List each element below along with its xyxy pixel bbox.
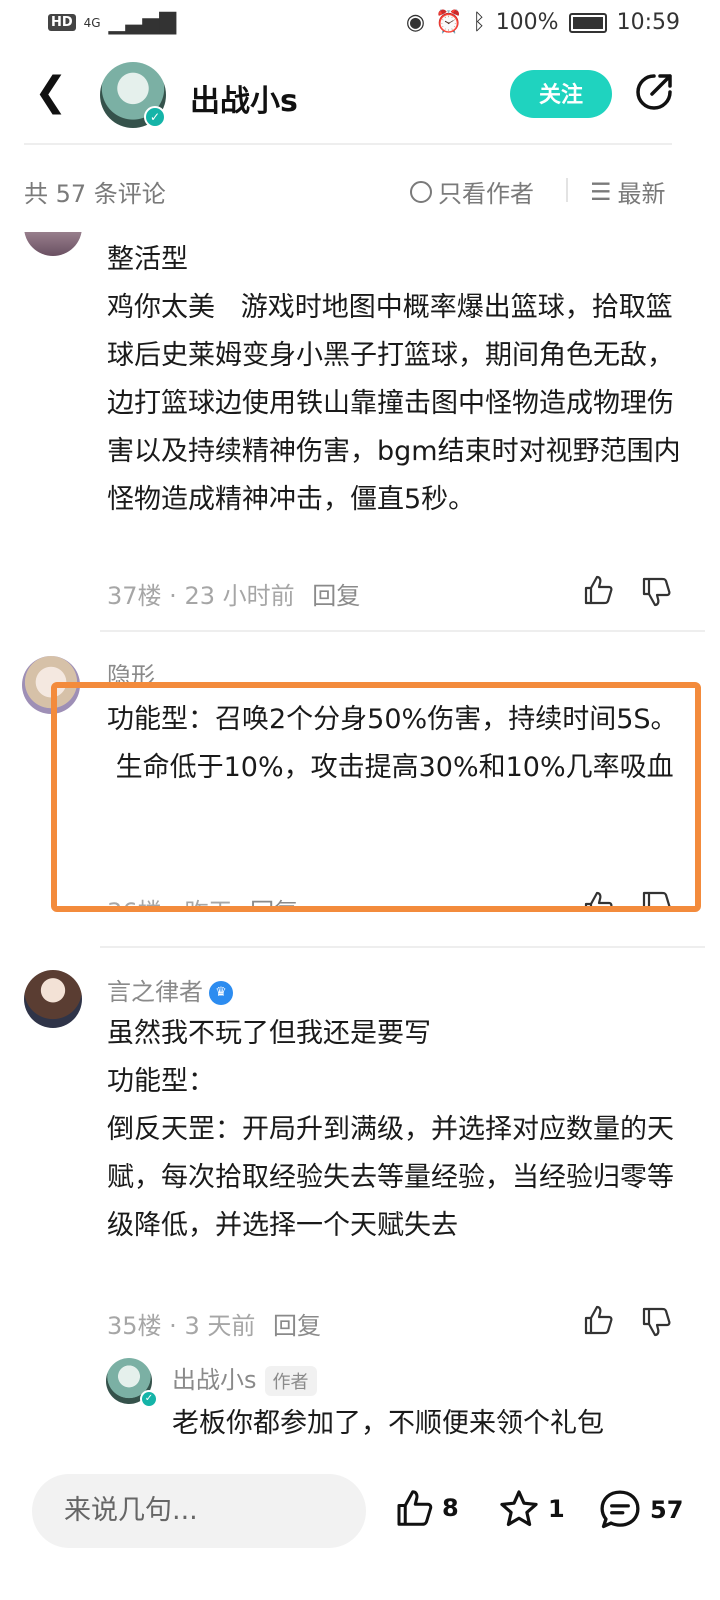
like-action[interactable]: 8 bbox=[394, 1488, 459, 1528]
only-author-toggle[interactable]: 只看作者 bbox=[410, 174, 534, 209]
like-count: 8 bbox=[442, 1494, 459, 1522]
avatar[interactable] bbox=[24, 970, 82, 1028]
thumbs-up-icon[interactable] bbox=[582, 1304, 614, 1336]
star-icon bbox=[500, 1490, 538, 1527]
time-label: 23 小时前 bbox=[184, 582, 295, 610]
comments-toolbar: 共 57 条评论 只看作者 ☰ 最新 bbox=[0, 160, 720, 220]
only-author-label: 只看作者 bbox=[438, 180, 534, 208]
comment-action[interactable]: 57 bbox=[598, 1488, 683, 1532]
share-icon[interactable] bbox=[634, 72, 674, 112]
reply-author-row: 出战小s 作者 bbox=[172, 1360, 317, 1396]
status-bar: HD 4G ▁▃▅▇ ◉ ⏰ ᛒ 100% 10:59 bbox=[0, 0, 720, 48]
header: ❮ ✓ 出战小s 关注 bbox=[0, 48, 720, 144]
status-left: HD 4G ▁▃▅▇ bbox=[48, 10, 176, 35]
eye-icon: ◉ bbox=[405, 10, 426, 35]
network-indicator: 4G bbox=[83, 15, 101, 30]
signal-icon: ▁▃▅▇ bbox=[108, 10, 177, 35]
thumbs-up-icon[interactable] bbox=[582, 574, 614, 606]
clock: 10:59 bbox=[616, 10, 680, 35]
comment-bubble-icon bbox=[600, 1490, 640, 1529]
follow-button[interactable]: 关注 bbox=[510, 70, 612, 118]
trophy-badge-icon: ♛ bbox=[209, 981, 233, 1005]
author-badge: 作者 bbox=[264, 1366, 317, 1396]
thumbs-down-icon[interactable] bbox=[640, 1306, 672, 1338]
alarm-icon: ⏰ bbox=[435, 10, 463, 35]
back-icon[interactable]: ❮ bbox=[34, 72, 68, 112]
bluetooth-icon: ᛒ bbox=[472, 10, 486, 35]
thumbs-up-icon bbox=[397, 1490, 433, 1526]
comment-divider bbox=[100, 630, 705, 632]
sort-icon: ☰ bbox=[590, 177, 612, 206]
reply-text: 老板你都参加了，不顺便来领个礼包 bbox=[172, 1408, 604, 1439]
toolbar-separator bbox=[566, 178, 568, 202]
commenter-row: 言之律者 ♛ bbox=[107, 972, 233, 1007]
comment-divider bbox=[100, 946, 705, 948]
favorite-action[interactable]: 1 bbox=[498, 1488, 565, 1530]
sort-toggle[interactable]: ☰ 最新 bbox=[590, 174, 666, 209]
header-divider bbox=[24, 143, 672, 145]
highlight-box bbox=[51, 682, 701, 912]
verified-icon: ✓ bbox=[140, 1390, 158, 1408]
comment-meta: 35楼 · 3 天前 回复 bbox=[107, 1312, 321, 1340]
time-label: 3 天前 bbox=[184, 1312, 256, 1340]
floor-label: 37楼 bbox=[107, 582, 162, 610]
verified-icon: ✓ bbox=[144, 106, 166, 128]
comment-meta: 37楼 · 23 小时前 回复 bbox=[107, 582, 361, 610]
comment-count-badge: 57 bbox=[650, 1496, 684, 1524]
comment-text: 虽然我不玩了但我还是要写 功能型： 倒反天罡：开局升到满级，并选择对应数量的天赋… bbox=[107, 1018, 674, 1241]
comment-input[interactable]: 来说几句... bbox=[32, 1474, 366, 1548]
reply-author-name[interactable]: 出战小s bbox=[172, 1366, 257, 1394]
page-title[interactable]: 出战小s bbox=[190, 76, 298, 120]
floor-label: 35楼 bbox=[107, 1312, 162, 1340]
comment-text: 整活型 鸡你太美 游戏时地图中概率爆出篮球，拾取篮球后史莱姆变身小黑子打篮球，期… bbox=[107, 244, 681, 515]
commenter-name[interactable]: 隐形 bbox=[107, 656, 155, 682]
hd-indicator: HD bbox=[48, 14, 76, 31]
reply-link[interactable]: 回复 bbox=[312, 582, 360, 610]
status-right: ◉ ⏰ ᛒ 100% 10:59 bbox=[406, 10, 680, 35]
battery-percent: 100% bbox=[495, 10, 559, 35]
bottom-bar: 来说几句... 8 1 57 bbox=[0, 1452, 720, 1600]
reply-link[interactable]: 回复 bbox=[273, 1312, 321, 1340]
radio-circle-icon bbox=[410, 180, 432, 203]
commenter-name[interactable]: 言之律者 bbox=[107, 978, 203, 1006]
battery-icon bbox=[568, 12, 607, 33]
comment-count: 共 57 条评论 bbox=[24, 180, 166, 208]
sort-label: 最新 bbox=[617, 180, 666, 208]
favorite-count: 1 bbox=[548, 1495, 565, 1523]
thumbs-down-icon[interactable] bbox=[640, 576, 672, 608]
